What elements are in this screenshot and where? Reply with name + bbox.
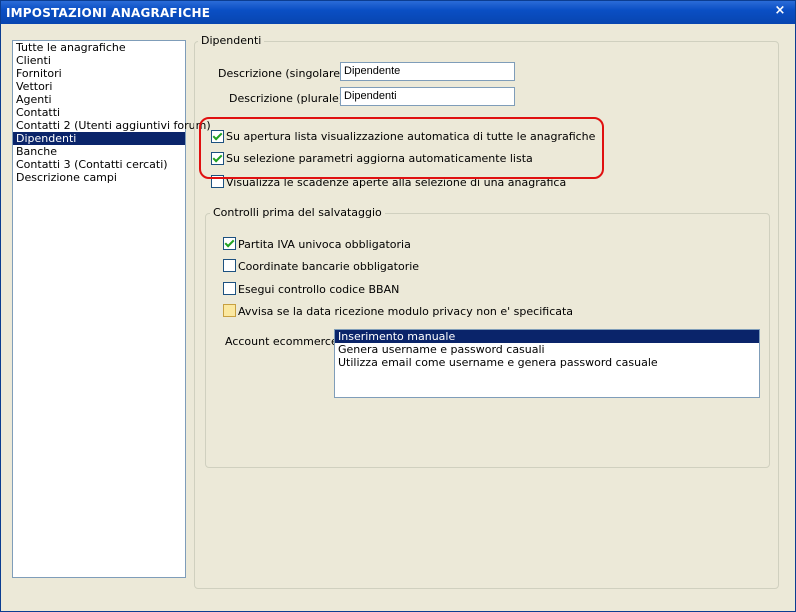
privacy-date-label[interactable]: Avvisa se la data ricezione modulo priva… (238, 305, 573, 318)
account-ecommerce-label: Account ecommerce : (225, 335, 345, 348)
list-item-tutte-anagrafiche[interactable]: Tutte le anagrafiche (13, 41, 185, 54)
desc-plurale-label: Descrizione (plurale) : (229, 92, 351, 105)
close-icon[interactable]: × (773, 4, 787, 18)
controls-group-title: Controlli prima del salvataggio (210, 206, 385, 219)
dipendenti-group-title: Dipendenti (198, 34, 265, 47)
list-item-dipendenti[interactable]: Dipendenti (13, 132, 185, 145)
bban-check-checkbox[interactable] (223, 282, 236, 295)
list-item-contatti-2[interactable]: Contatti 2 (Utenti aggiuntivi forum) (13, 119, 211, 132)
list-item-fornitori[interactable]: Fornitori (13, 67, 185, 80)
vat-unique-checkbox[interactable] (223, 237, 236, 250)
list-item-banche[interactable]: Banche (13, 145, 185, 158)
list-item-contatti-3[interactable]: Contatti 3 (Contatti cercati) (13, 158, 185, 171)
privacy-date-checkbox[interactable] (223, 304, 236, 317)
desc-singolare-label: Descrizione (singolare) : (218, 67, 352, 80)
bban-check-label[interactable]: Esegui controllo codice BBAN (238, 283, 399, 296)
desc-singolare-field[interactable] (340, 62, 515, 81)
list-item-vettori[interactable]: Vettori (13, 80, 185, 93)
title-bar[interactable]: IMPOSTAZIONI ANAGRAFICHE × (1, 1, 795, 24)
desc-plurale-field[interactable] (340, 87, 515, 106)
list-item-clienti[interactable]: Clienti (13, 54, 185, 67)
account-option-manuale[interactable]: Inserimento manuale (335, 330, 759, 343)
bank-coords-checkbox[interactable] (223, 259, 236, 272)
vat-unique-label[interactable]: Partita IVA univoca obbligatoria (238, 238, 411, 251)
category-list[interactable]: Tutte le anagrafiche Clienti Fornitori V… (12, 40, 211, 578)
settings-window: IMPOSTAZIONI ANAGRAFICHE × Tutte le anag… (0, 0, 796, 612)
list-item-agenti[interactable]: Agenti (13, 93, 185, 106)
list-item-contatti[interactable]: Contatti (13, 106, 185, 119)
window-title: IMPOSTAZIONI ANAGRAFICHE (6, 6, 211, 20)
account-option-email[interactable]: Utilizza email come username e genera pa… (335, 356, 759, 369)
list-item-descrizione-campi[interactable]: Descrizione campi (13, 171, 185, 184)
account-ecommerce-list[interactable]: Inserimento manuale Genera username e pa… (334, 329, 760, 398)
bank-coords-label[interactable]: Coordinate bancarie obbligatorie (238, 260, 419, 273)
account-option-casuali[interactable]: Genera username e password casuali (335, 343, 759, 356)
red-highlight-annotation (199, 117, 604, 179)
